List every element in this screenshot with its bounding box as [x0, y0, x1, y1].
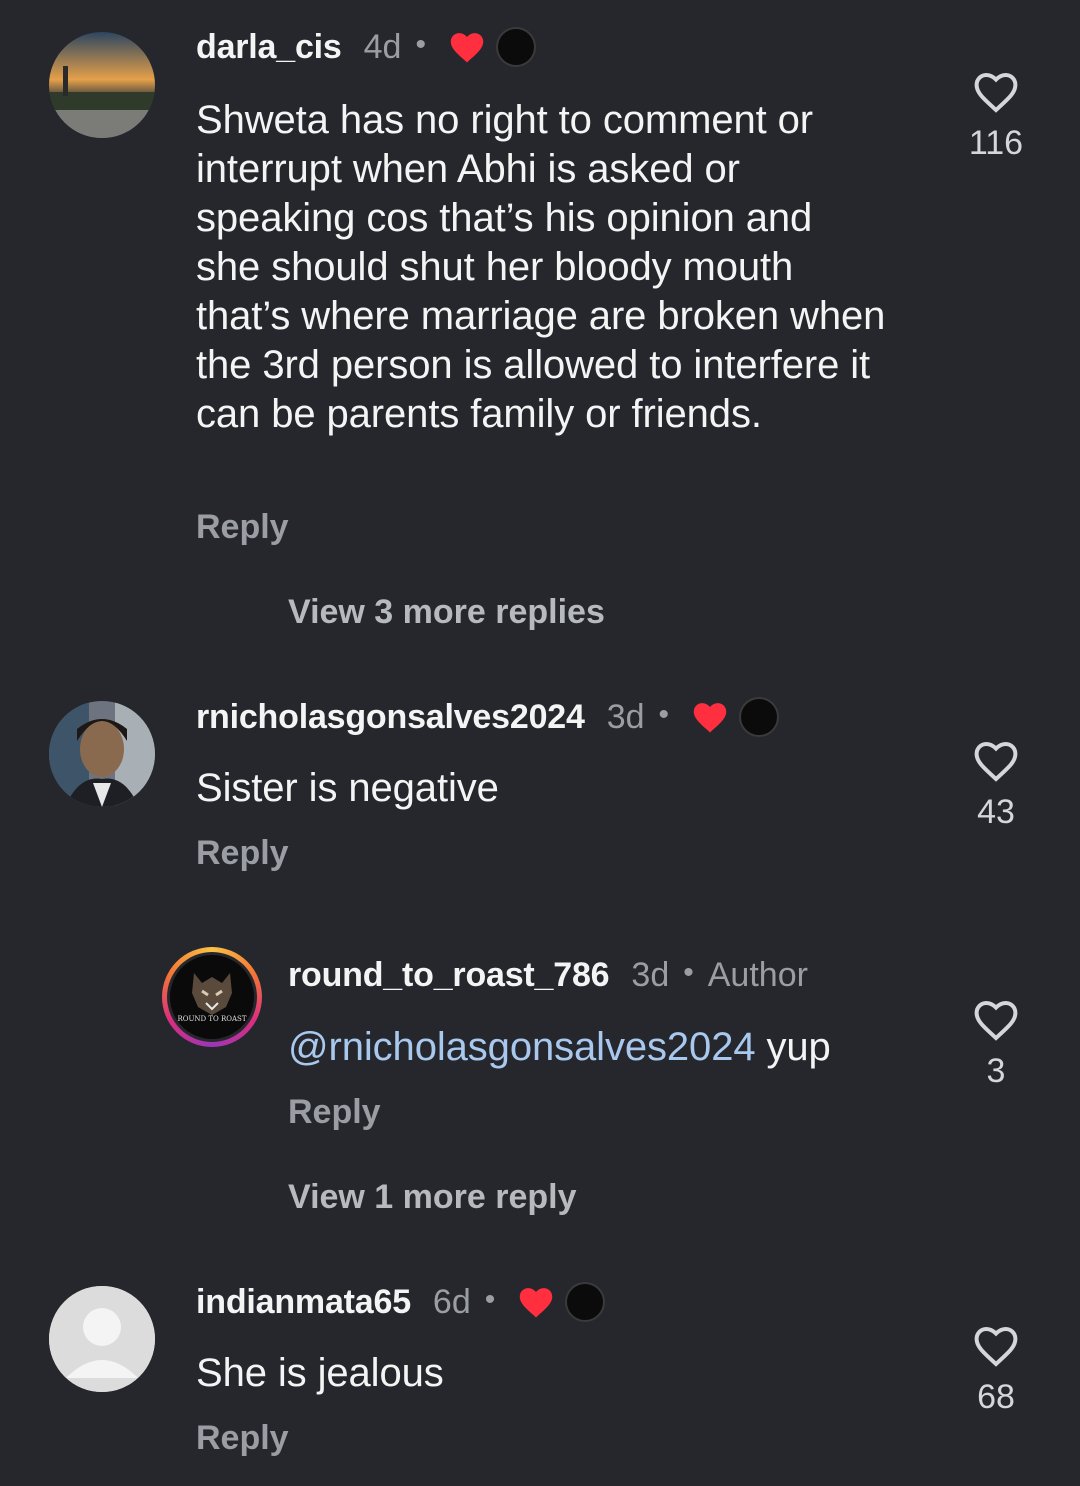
avatar[interactable] — [49, 1286, 155, 1392]
avatar[interactable] — [49, 701, 155, 807]
like-count: 43 — [977, 793, 1015, 831]
author-badge: Author — [707, 955, 808, 994]
username[interactable]: indianmata65 — [196, 1283, 411, 1322]
red-heart-icon — [450, 33, 484, 63]
heart-outline-icon[interactable] — [972, 998, 1020, 1042]
reply-text: yup — [755, 1025, 831, 1069]
like-count: 116 — [968, 124, 1024, 162]
timestamp: 6d — [432, 1282, 471, 1321]
avatar-caption: ROUND TO ROAST — [177, 1015, 247, 1023]
timestamp: 4d — [363, 27, 402, 66]
default-avatar-icon — [49, 1286, 155, 1392]
comment-text: Sister is negative — [196, 766, 499, 810]
separator-dot: • — [683, 956, 694, 989]
view-more-replies[interactable]: View 1 more reply — [288, 1178, 577, 1217]
red-heart-icon — [693, 703, 727, 733]
heart-outline-icon[interactable] — [972, 70, 1020, 114]
comment-text: Shweta has no right to comment or interr… — [196, 98, 886, 436]
comment-header: indianmata65 6d • — [196, 1281, 606, 1323]
separator-dot: • — [658, 698, 670, 731]
timestamp: 3d — [631, 955, 670, 994]
heart-outline-icon[interactable] — [972, 1324, 1020, 1368]
view-more-replies[interactable]: View 3 more replies — [288, 593, 605, 632]
comment-text: @rnicholasgonsalves2024 yup — [288, 1023, 908, 1072]
avatar[interactable] — [49, 32, 155, 138]
avatar-story-ring[interactable]: ROUND TO ROAST — [162, 947, 262, 1047]
mention-link[interactable]: @rnicholasgonsalves2024 — [288, 1025, 756, 1069]
tiger-logo-icon — [192, 973, 232, 1015]
like-column: 3 — [936, 998, 1056, 1091]
comment-header: round_to_roast_786 3d • Author — [288, 954, 808, 996]
timestamp: 3d — [606, 697, 645, 736]
creator-avatar-badge — [739, 697, 780, 737]
heart-outline-icon[interactable] — [972, 739, 1020, 783]
like-column: 43 — [936, 739, 1056, 832]
like-column: 68 — [936, 1324, 1056, 1417]
reply-button[interactable]: Reply — [196, 1419, 289, 1458]
avatar: ROUND TO ROAST — [167, 952, 257, 1042]
creator-avatar-badge — [495, 27, 536, 67]
red-heart-icon — [520, 1288, 553, 1318]
username[interactable]: rnicholasgonsalves2024 — [196, 698, 585, 737]
comment-text: She is jealous — [196, 1351, 444, 1395]
reply-button[interactable]: Reply — [196, 834, 289, 873]
username[interactable]: darla_cis — [196, 28, 342, 67]
separator-dot: • — [484, 1283, 496, 1316]
like-count: 68 — [977, 1378, 1015, 1416]
comment-header: darla_cis 4d • — [196, 26, 536, 68]
reply-button[interactable]: Reply — [288, 1093, 381, 1132]
like-column: 116 — [936, 70, 1056, 163]
creator-avatar-badge — [565, 1282, 606, 1322]
like-count: 3 — [986, 1052, 1006, 1090]
comment-header: rnicholasgonsalves2024 3d • — [196, 696, 780, 738]
username[interactable]: round_to_roast_786 — [288, 956, 610, 995]
separator-dot: • — [415, 28, 426, 61]
reply-button[interactable]: Reply — [196, 508, 289, 547]
